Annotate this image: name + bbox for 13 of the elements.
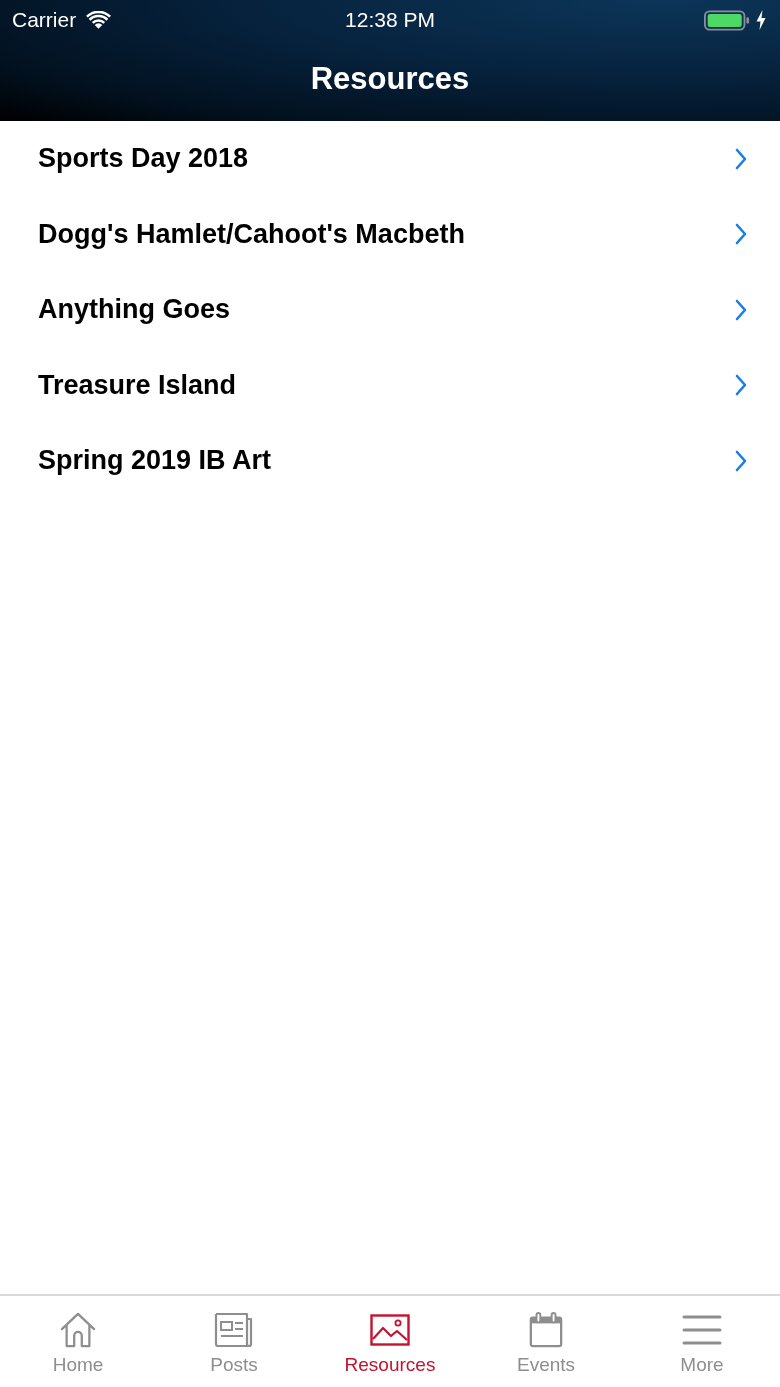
wifi-icon [86, 11, 112, 29]
battery-icon [704, 9, 750, 31]
chevron-right-icon [735, 449, 747, 472]
chevron-right-icon [735, 147, 747, 170]
picture-icon [370, 1312, 410, 1348]
house-icon [58, 1312, 98, 1348]
carrier-name: Carrier [12, 8, 77, 32]
status-time: 12:38 PM [345, 8, 435, 32]
newspaper-icon [214, 1312, 254, 1348]
chevron-right-icon [735, 298, 747, 321]
page-title: Resources [310, 60, 470, 97]
chevron-right-icon [735, 374, 747, 397]
chevron-right-icon [735, 223, 747, 246]
